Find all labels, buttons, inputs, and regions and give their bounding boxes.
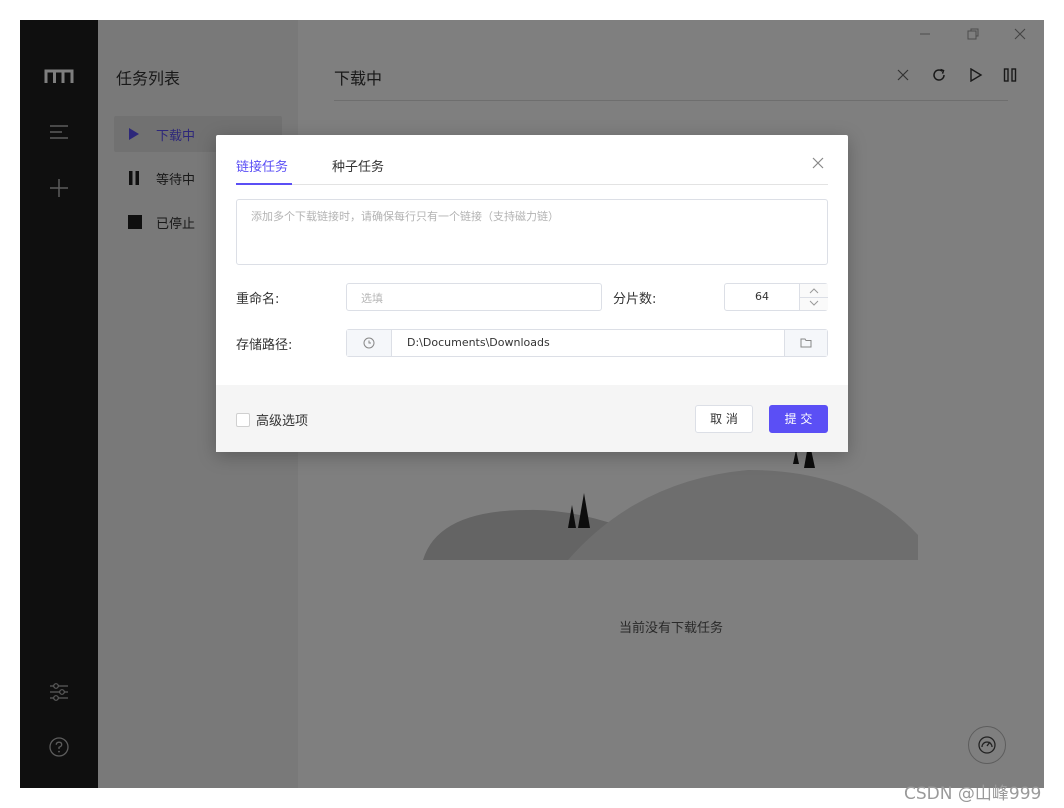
dialog-close-icon[interactable] bbox=[812, 157, 824, 169]
active-tab-indicator bbox=[236, 183, 292, 185]
slices-label: 分片数: bbox=[613, 292, 657, 307]
chevron-down-icon[interactable] bbox=[809, 300, 819, 307]
browse-folder-button[interactable] bbox=[784, 330, 827, 356]
submit-button[interactable]: 提 交 bbox=[769, 405, 828, 433]
links-textarea[interactable]: 添加多个下载链接时，请确保每行只有一个链接（支持磁力链） bbox=[236, 199, 828, 265]
path-label: 存储路径: bbox=[236, 338, 293, 353]
advanced-options-checkbox[interactable] bbox=[236, 413, 250, 427]
rename-label: 重命名: bbox=[236, 292, 280, 307]
stepper-divider bbox=[800, 297, 828, 298]
app-window: 任务列表 下载中 等待中 已停止 bbox=[20, 20, 1044, 788]
chevron-up-icon[interactable] bbox=[809, 287, 819, 294]
storage-path-input[interactable]: D:\Documents\Downloads bbox=[346, 329, 828, 357]
stepper-controls bbox=[799, 284, 828, 310]
watermark: CSDN @山峰999 bbox=[904, 784, 1042, 804]
folder-icon bbox=[800, 338, 812, 348]
dialog-footer: 高级选项 取 消 提 交 bbox=[216, 385, 848, 452]
slices-stepper[interactable]: 64 bbox=[724, 283, 828, 311]
slices-value: 64 bbox=[755, 290, 769, 303]
cancel-button[interactable]: 取 消 bbox=[695, 405, 753, 433]
new-task-dialog: 链接任务 种子任务 添加多个下载链接时，请确保每行只有一个链接（支持磁力链） 重… bbox=[216, 135, 848, 452]
history-button[interactable] bbox=[347, 330, 392, 356]
advanced-options-label[interactable]: 高级选项 bbox=[256, 410, 308, 429]
tab-torrent-task[interactable]: 种子任务 bbox=[332, 156, 384, 175]
clock-icon bbox=[363, 337, 375, 349]
tab-link-task[interactable]: 链接任务 bbox=[236, 156, 288, 175]
rename-input[interactable]: 选填 bbox=[346, 283, 602, 311]
tab-divider bbox=[236, 184, 828, 185]
path-value: D:\Documents\Downloads bbox=[407, 336, 550, 349]
